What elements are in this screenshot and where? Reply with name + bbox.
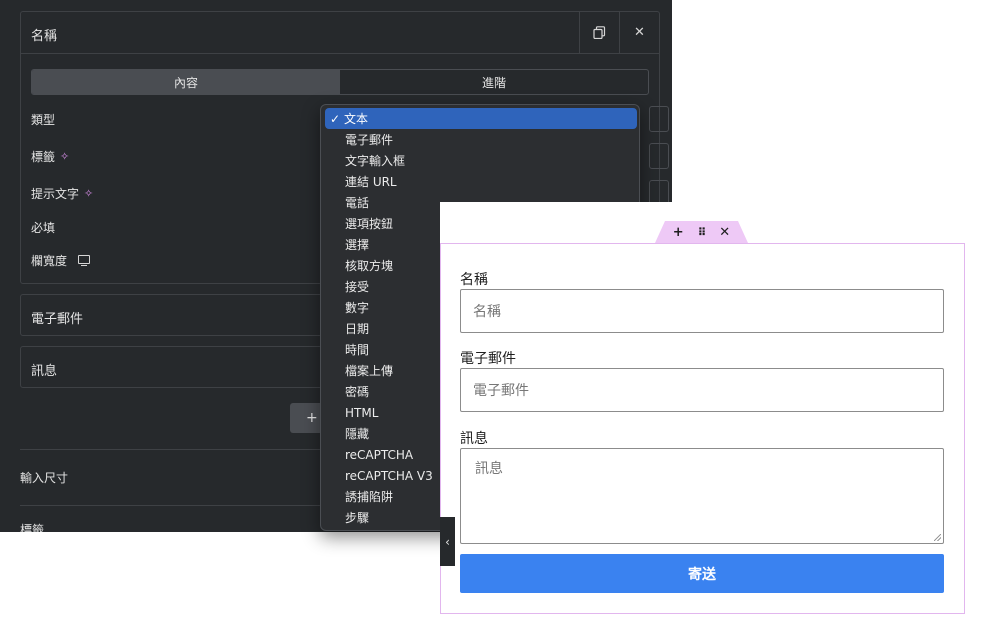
ai-sparkle-icon[interactable]: ✧ [60,150,69,163]
chevron-left-icon: ‹ [445,534,450,549]
dropdown-option-text[interactable]: ✓ 文本 [325,108,637,129]
required-row: 必填 [31,219,55,236]
column-width-row: 欄寬度 [31,252,91,269]
remove-button[interactable]: ✕ [619,12,659,53]
email-input-placeholder: 電子郵件 [473,383,529,399]
placeholder-label: 提示文字 [31,187,80,201]
form-item-title: 名稱 [31,29,58,44]
tabs: 內容 進階 [31,69,649,95]
name-input-placeholder: 名稱 [473,304,501,320]
widget-toolbar: + ⠿ ✕ [655,221,748,243]
ai-sparkle-icon[interactable]: ✧ [84,187,93,200]
type-row: 類型 [31,111,55,128]
drag-handle-icon[interactable]: ⠿ [698,226,707,239]
email-field-label: 電子郵件 [460,351,516,367]
plus-icon: + [306,410,318,426]
label-input[interactable] [649,143,669,169]
message-textarea[interactable]: 訊息 [460,448,944,544]
message-textarea-placeholder: 訊息 [475,461,503,477]
duplicate-button[interactable] [579,12,619,53]
tab-content[interactable]: 內容 [32,70,340,94]
close-icon[interactable]: ✕ [719,225,730,240]
checkmark-icon: ✓ [330,111,341,126]
close-icon: ✕ [634,25,645,40]
submit-button[interactable]: 寄送 [460,554,944,593]
dropdown-option[interactable]: 連結 URL [325,171,637,192]
duplicate-icon [593,26,606,39]
dropdown-option[interactable]: 電子郵件 [325,129,637,150]
add-icon[interactable]: + [673,225,684,240]
placeholder-row: 提示文字 ✧ [31,185,93,202]
type-label: 類型 [31,113,56,127]
name-input[interactable]: 名稱 [460,289,944,333]
collapse-panel-button[interactable]: ‹ [440,517,455,566]
email-input[interactable]: 電子郵件 [460,368,944,412]
form-item-title: 電子郵件 [31,312,84,327]
input-size-label: 輸入尺寸 [20,471,69,485]
desktop-icon[interactable] [78,255,91,267]
tab-advanced[interactable]: 進階 [340,70,648,94]
required-label: 必填 [31,221,56,235]
form-item-header[interactable]: 名稱 ✕ [21,12,659,54]
label-row: 標籤 ✧ [31,148,69,165]
name-field-label: 名稱 [460,272,488,288]
column-width-label: 欄寬度 [31,254,68,268]
type-select[interactable] [649,106,669,132]
label-section-label: 標籤 [20,523,45,532]
label-label: 標籤 [31,150,56,164]
dropdown-option[interactable]: 文字輸入框 [325,150,637,171]
resize-grip-icon[interactable] [934,534,941,541]
form-item-title: 訊息 [31,364,58,379]
message-field-label: 訊息 [460,431,488,447]
